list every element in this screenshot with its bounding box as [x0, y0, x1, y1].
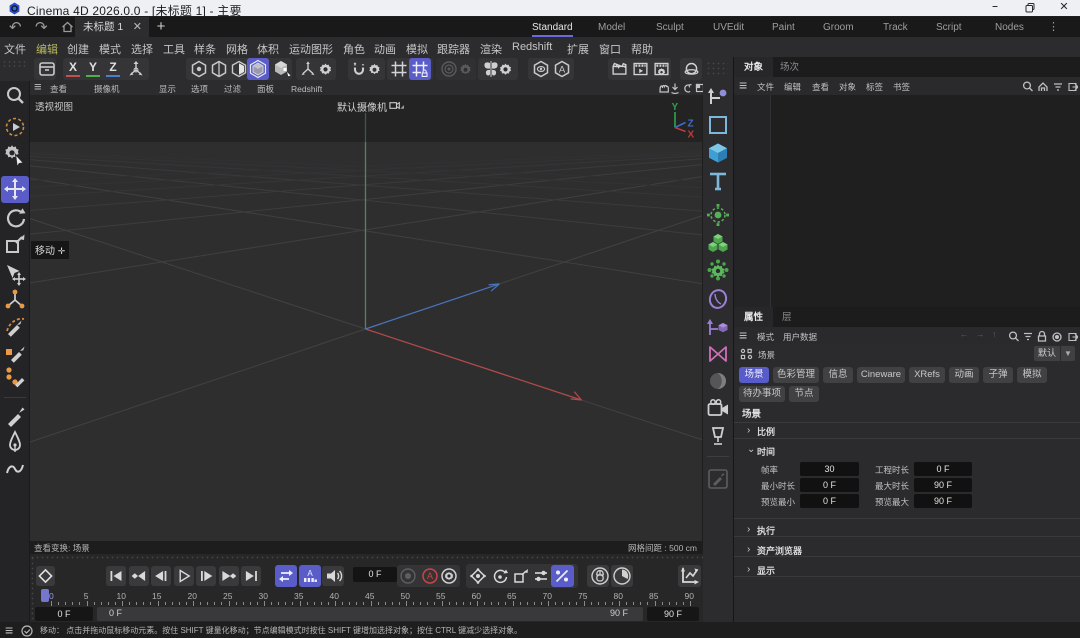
- svg-text:A: A: [307, 569, 313, 578]
- svg-text:A: A: [427, 571, 433, 581]
- svg-text:Y: Y: [672, 102, 679, 113]
- svg-text:Z: Z: [688, 119, 694, 130]
- svg-text:A: A: [559, 65, 566, 76]
- svg-text:X: X: [688, 130, 695, 141]
